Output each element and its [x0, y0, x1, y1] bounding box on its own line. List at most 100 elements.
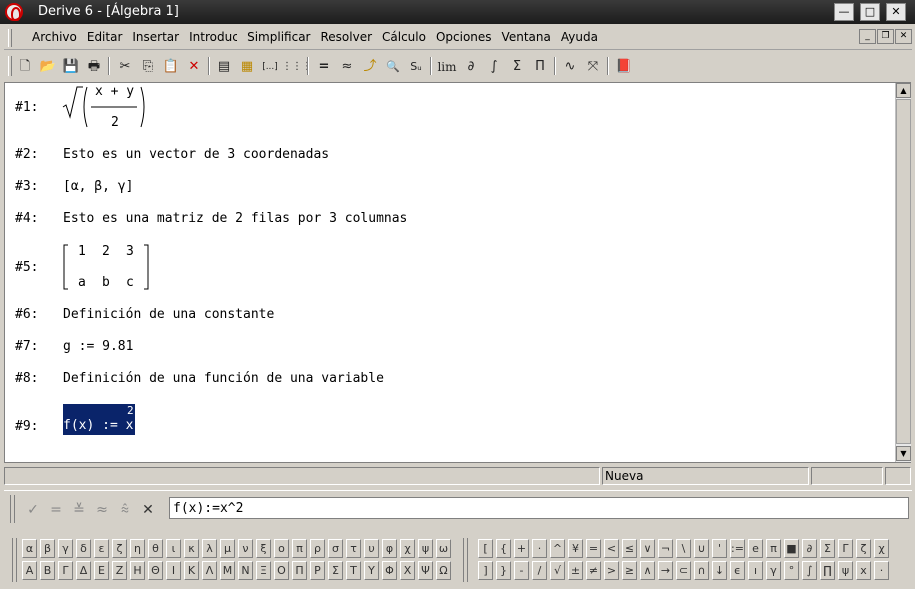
clear-entry-icon[interactable]: ✕: [137, 499, 159, 521]
toolbar-grip[interactable]: [8, 56, 12, 76]
symbol-key[interactable]: ε: [94, 539, 109, 558]
symbol-key[interactable]: Ο: [274, 561, 289, 580]
symbol-key[interactable]: ξ: [256, 539, 271, 558]
entry-grip[interactable]: [10, 495, 15, 523]
symbol-key[interactable]: +: [514, 539, 529, 558]
symbol-key[interactable]: α: [22, 539, 37, 558]
expression-entry-input[interactable]: [169, 497, 909, 519]
symbol-key[interactable]: Ζ: [112, 561, 127, 580]
symbol-key[interactable]: Δ: [76, 561, 91, 580]
matrix-icon[interactable]: ⋮⋮⋮: [282, 56, 312, 78]
expression-2[interactable]: #2: Esto es un vector de 3 coordenadas: [15, 147, 515, 165]
symbol-key[interactable]: χ: [400, 539, 415, 558]
symbol-key[interactable]: ⊂: [676, 561, 691, 580]
print-icon[interactable]: 🖶: [83, 56, 105, 78]
derivative-icon[interactable]: ∂: [460, 56, 482, 78]
limit-icon[interactable]: lim: [436, 56, 458, 78]
symbol-key[interactable]: Β: [40, 561, 55, 580]
symbol-key[interactable]: °: [784, 561, 799, 580]
symbol-key[interactable]: Ε: [94, 561, 109, 580]
enter-expand-icon[interactable]: ≚: [68, 499, 90, 521]
enter-check-icon[interactable]: ✓: [22, 499, 44, 521]
symbol-key[interactable]: π: [766, 539, 781, 558]
symbol-key[interactable]: ψ: [838, 561, 853, 580]
symbol-key[interactable]: }: [496, 561, 511, 580]
symbol-key[interactable]: κ: [184, 539, 199, 558]
menu-opciones[interactable]: Opciones: [436, 30, 492, 44]
symbol-key[interactable]: Γ: [58, 561, 73, 580]
symbol-key[interactable]: Ψ: [418, 561, 433, 580]
symbol-key[interactable]: ι: [166, 539, 181, 558]
symbol-key[interactable]: Τ: [346, 561, 361, 580]
cut-icon[interactable]: ✂: [114, 56, 136, 78]
symbol-key[interactable]: Σ: [820, 539, 835, 558]
save-icon[interactable]: 💾: [60, 56, 82, 78]
symbol-key[interactable]: ⅹ: [856, 561, 871, 580]
symbol-key[interactable]: Ξ: [256, 561, 271, 580]
symbol-key[interactable]: Ω: [436, 561, 451, 580]
child-close-button[interactable]: ✕: [895, 29, 912, 44]
symbol-key[interactable]: ϵ: [730, 561, 745, 580]
expression-1[interactable]: #1: x + y 2: [15, 83, 315, 131]
symbol-key[interactable]: ≥: [622, 561, 637, 580]
symbol-key[interactable]: ∂: [802, 539, 817, 558]
derive-app-icon[interactable]: [5, 3, 23, 21]
symbol-key[interactable]: \: [676, 539, 691, 558]
symbol-key[interactable]: ·: [532, 539, 547, 558]
palette-grip[interactable]: [463, 538, 468, 582]
menu-grip[interactable]: [8, 29, 12, 47]
insert-note-icon[interactable]: ▦: [236, 56, 258, 78]
open-folder-icon[interactable]: 📂: [37, 56, 59, 78]
symbol-key[interactable]: φ: [382, 539, 397, 558]
insert-text-icon[interactable]: ▤: [213, 56, 235, 78]
symbol-key[interactable]: ¬: [658, 539, 673, 558]
maximize-button[interactable]: □: [860, 3, 880, 21]
equals-simplify-icon[interactable]: =: [313, 56, 335, 78]
symbol-key[interactable]: →: [658, 561, 673, 580]
copy-icon[interactable]: ⎘: [137, 56, 159, 78]
symbol-key[interactable]: Λ: [202, 561, 217, 580]
symbol-key[interactable]: Θ: [148, 561, 163, 580]
product-icon[interactable]: Π: [529, 56, 551, 78]
scroll-up-arrow-icon[interactable]: ▲: [896, 83, 911, 98]
symbol-key[interactable]: ı: [748, 561, 763, 580]
expression-6[interactable]: #6: Definición de una constante: [15, 307, 515, 325]
symbol-key[interactable]: γ: [58, 539, 73, 558]
enter-approximate-icon[interactable]: ≈: [91, 499, 113, 521]
symbol-key[interactable]: Ν: [238, 561, 253, 580]
symbol-key[interactable]: ζ: [856, 539, 871, 558]
menu-archivo[interactable]: Archivo: [32, 30, 77, 44]
solve-icon[interactable]: ⤴: [359, 56, 381, 78]
symbol-key[interactable]: Ι: [166, 561, 181, 580]
symbol-key[interactable]: λ: [202, 539, 217, 558]
symbol-key[interactable]: Γ: [838, 539, 853, 558]
symbol-key[interactable]: ψ: [418, 539, 433, 558]
symbol-key[interactable]: :=: [730, 539, 745, 558]
scroll-thumb[interactable]: [896, 99, 911, 444]
plot-2d-icon[interactable]: ∿: [559, 56, 581, 78]
menu-ayuda[interactable]: Ayuda: [561, 30, 598, 44]
enter-simplify-icon[interactable]: =: [45, 499, 67, 521]
symbol-key[interactable]: ±: [568, 561, 583, 580]
find-icon[interactable]: 🔍: [382, 56, 404, 78]
symbol-key[interactable]: ¥: [568, 539, 583, 558]
expression-5[interactable]: #5: 1 2 3 a b c: [15, 243, 315, 291]
menu-calculo[interactable]: Cálculo: [382, 30, 426, 44]
symbol-key[interactable]: ζ: [112, 539, 127, 558]
symbol-key[interactable]: ↓: [712, 561, 727, 580]
menu-insertar[interactable]: Insertar: [132, 30, 179, 44]
expression-9[interactable]: #9: 2 f(x) := x: [15, 403, 315, 437]
symbol-key[interactable]: ■: [784, 539, 799, 558]
delete-icon[interactable]: ✕: [183, 56, 205, 78]
expression-4[interactable]: #4: Esto es una matriz de 2 filas por 3 …: [15, 211, 515, 229]
symbol-key[interactable]: Η: [130, 561, 145, 580]
symbol-key[interactable]: ]: [478, 561, 493, 580]
help-book-icon[interactable]: 📕: [613, 56, 635, 78]
symbol-key[interactable]: Π: [292, 561, 307, 580]
symbol-key[interactable]: ∫: [802, 561, 817, 580]
symbol-key[interactable]: <: [604, 539, 619, 558]
symbol-key[interactable]: Ρ: [310, 561, 325, 580]
plot-3d-icon[interactable]: ⤧: [582, 56, 604, 78]
symbol-key[interactable]: σ: [328, 539, 343, 558]
symbol-key[interactable]: ∧: [640, 561, 655, 580]
